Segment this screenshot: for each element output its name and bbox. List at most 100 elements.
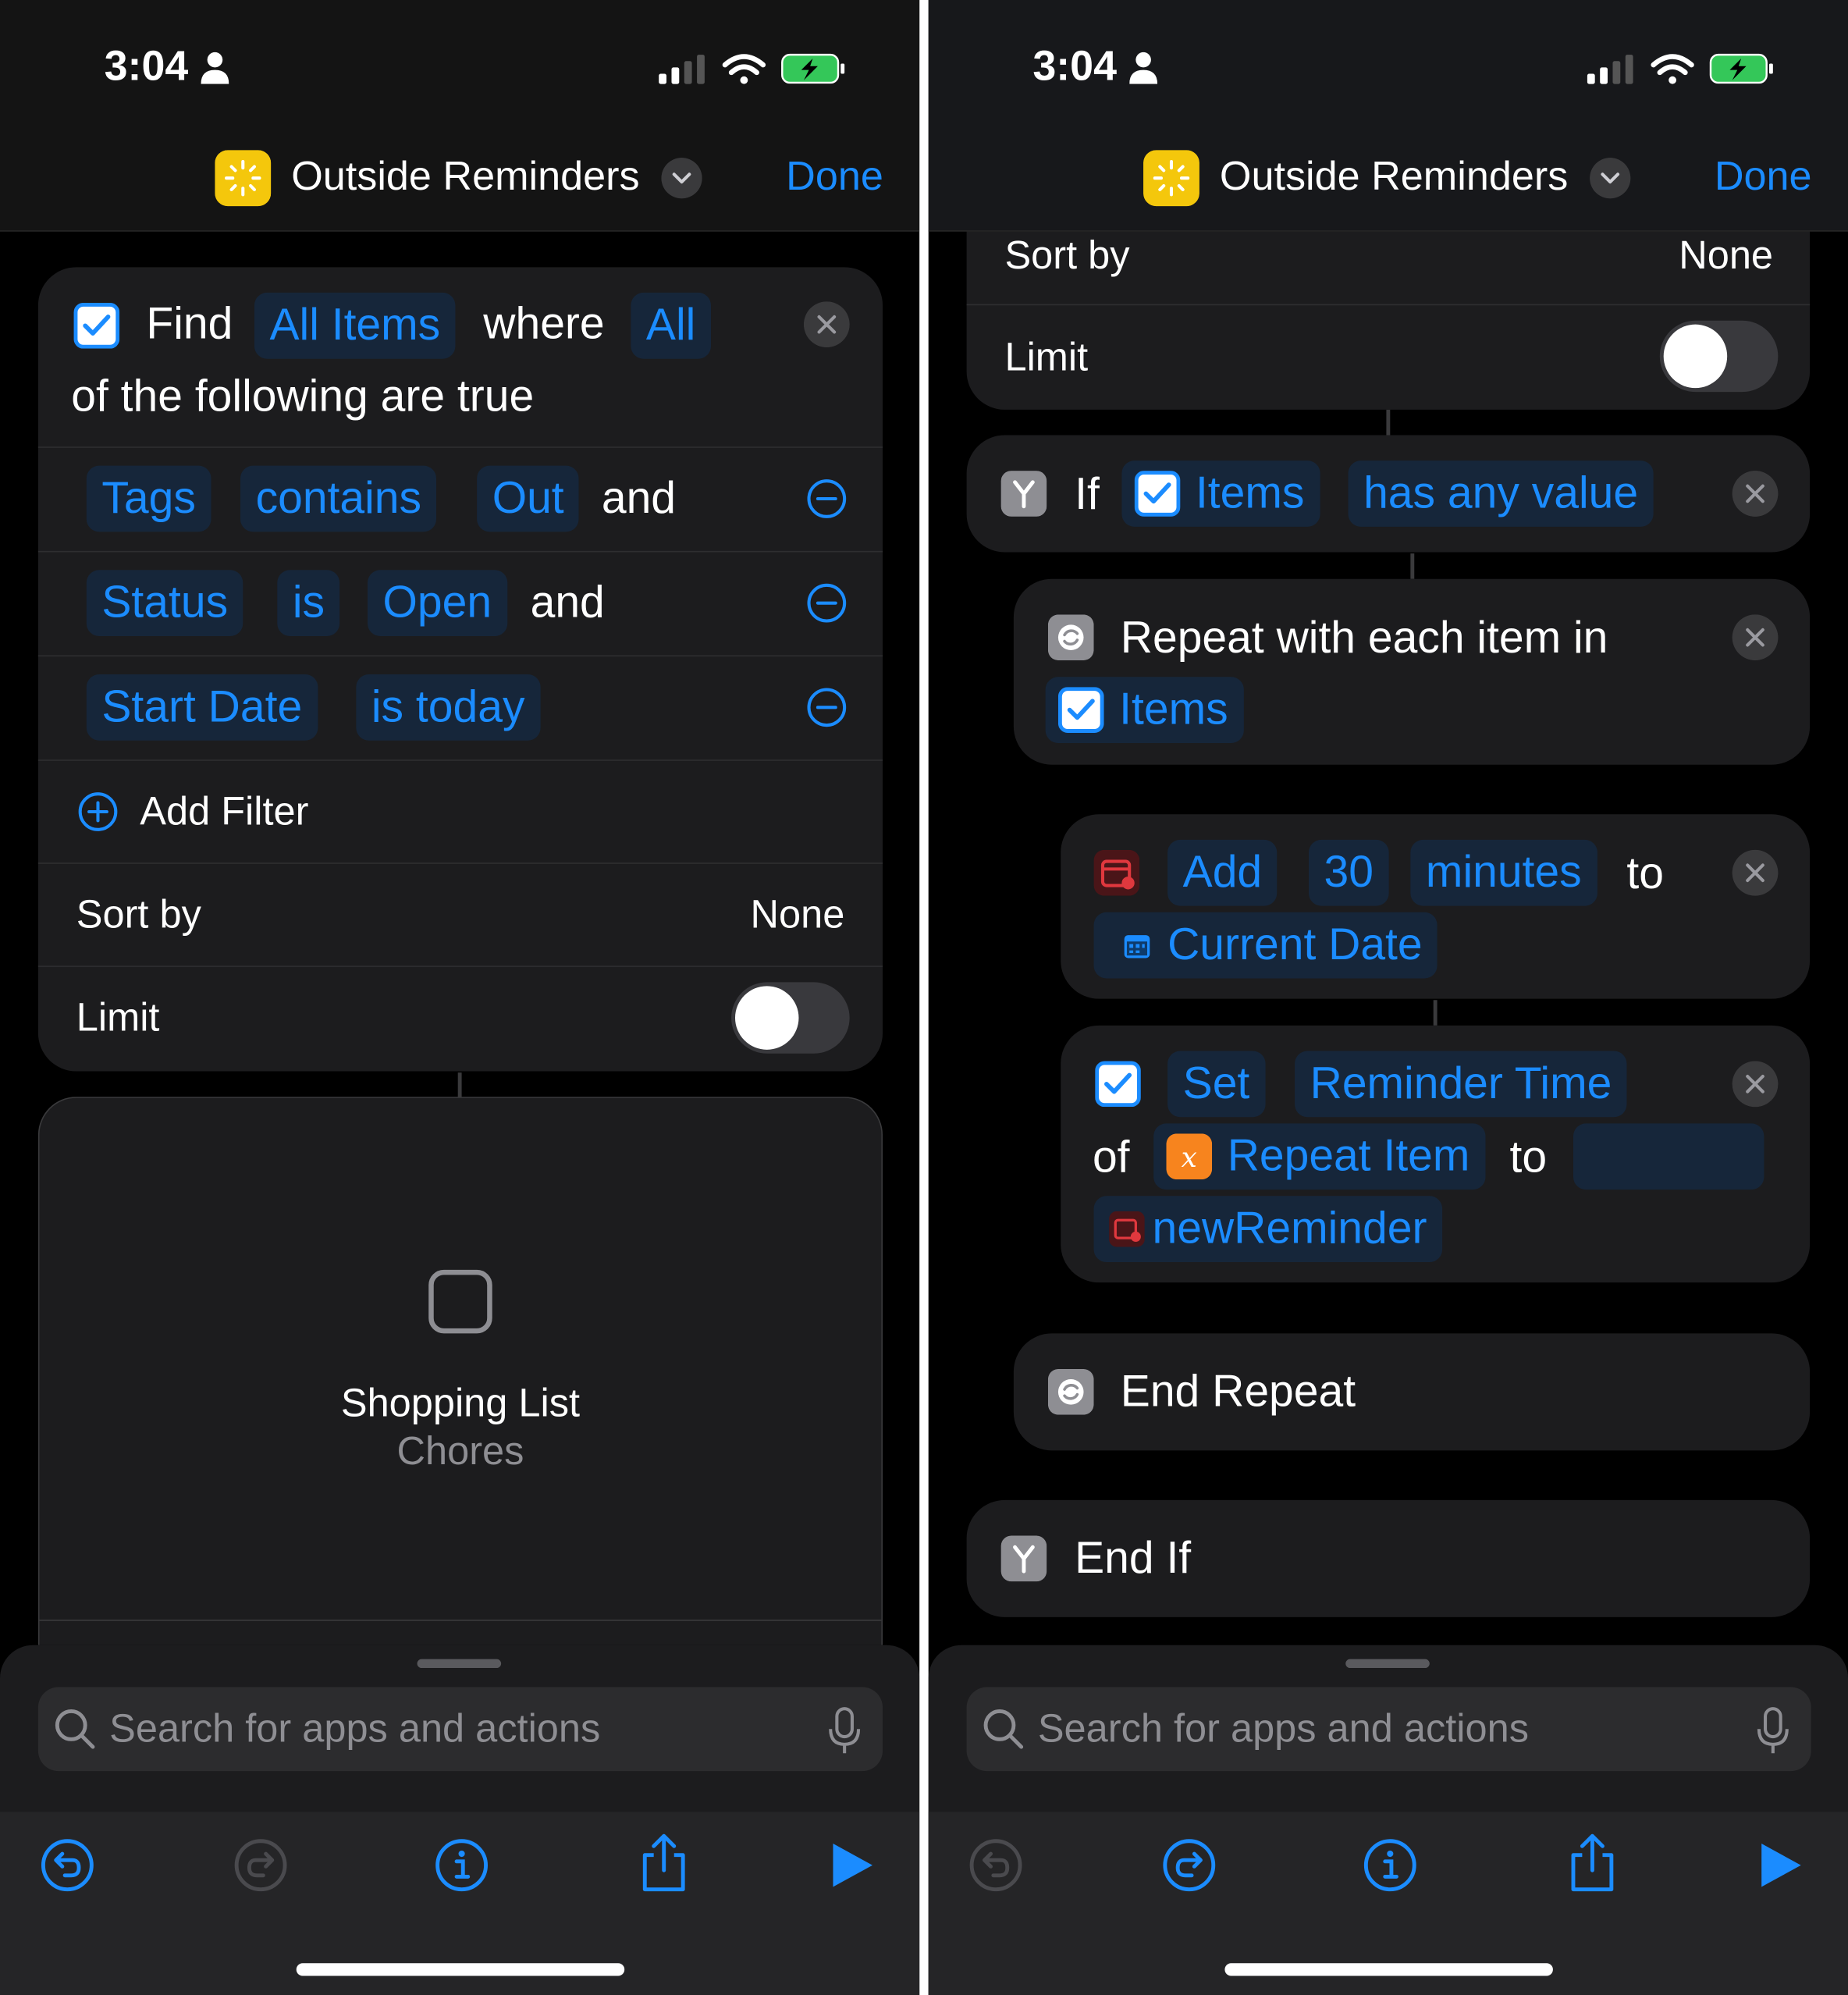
- search-bar[interactable]: Search for apps and actions: [966, 1687, 1811, 1772]
- redo-icon[interactable]: [233, 1837, 289, 1894]
- if-condition-token[interactable]: has any value: [1348, 461, 1654, 527]
- remove-filter-icon[interactable]: [806, 687, 847, 727]
- filter-value[interactable]: Open: [367, 570, 507, 637]
- repeat-label: Repeat with each item in: [1120, 613, 1608, 663]
- adjust-target-label: Current Date: [1167, 919, 1423, 970]
- if-branch-icon: [1000, 1535, 1047, 1582]
- status-icons: [1587, 53, 1773, 84]
- play-icon[interactable]: [1755, 1840, 1806, 1890]
- if-keyword: If: [1075, 469, 1100, 520]
- microphone-icon[interactable]: [1755, 1706, 1791, 1755]
- repeat-variable-token[interactable]: Items: [1045, 677, 1244, 743]
- play-icon[interactable]: [826, 1840, 877, 1890]
- limit-label: Limit: [76, 994, 160, 1040]
- close-icon[interactable]: [803, 301, 850, 348]
- limit-toggle[interactable]: [731, 982, 850, 1054]
- end-if-card: End If: [966, 1499, 1811, 1617]
- search-icon: [55, 1709, 95, 1749]
- close-icon[interactable]: [1732, 849, 1779, 896]
- adjust-target-token[interactable]: Current Date: [1093, 912, 1438, 979]
- add-filter-icon[interactable]: [77, 791, 118, 832]
- shortcut-title[interactable]: Outside Reminders: [1220, 153, 1568, 200]
- divider: [37, 655, 883, 657]
- limit-toggle[interactable]: [1659, 320, 1779, 393]
- add-filter-button[interactable]: Add Filter: [140, 789, 308, 835]
- filter-field[interactable]: Start Date: [86, 674, 318, 741]
- search-bar[interactable]: Search for apps and actions: [37, 1687, 883, 1772]
- match-token[interactable]: All: [631, 292, 711, 359]
- close-icon[interactable]: [1732, 1061, 1779, 1108]
- done-button[interactable]: Done: [1715, 153, 1812, 200]
- share-icon[interactable]: [636, 1832, 692, 1893]
- search-input[interactable]: Search for apps and actions: [1038, 1706, 1529, 1752]
- of-label: of: [1092, 1132, 1130, 1182]
- sort-by-label: Sort by: [1004, 233, 1130, 278]
- redo-icon[interactable]: [1161, 1837, 1217, 1894]
- remove-filter-icon[interactable]: [806, 478, 847, 519]
- chevron-down-icon[interactable]: [1590, 158, 1631, 199]
- adjust-unit-token[interactable]: minutes: [1410, 839, 1597, 906]
- undo-icon[interactable]: [968, 1837, 1024, 1894]
- left-screen: 3:04 Outside Reminders Done Find All Ite…: [0, 0, 920, 1995]
- calendar-icon: [1109, 1211, 1145, 1247]
- screen-divider: [919, 0, 929, 1995]
- repeat-icon: [1047, 614, 1094, 661]
- results-preview-card: Shopping List Chores: [37, 1097, 883, 1645]
- reminders-checkbox-icon: [73, 302, 120, 349]
- info-icon[interactable]: [434, 1837, 490, 1894]
- close-icon[interactable]: [1732, 471, 1779, 517]
- toggle-knob: [1663, 324, 1728, 389]
- divider: [37, 550, 883, 553]
- nav-header: 3:04 Outside Reminders Done: [928, 0, 1848, 232]
- done-button[interactable]: Done: [786, 153, 883, 200]
- close-icon[interactable]: [1732, 614, 1779, 661]
- search-icon: [983, 1709, 1024, 1749]
- filter-field[interactable]: Tags: [86, 465, 211, 532]
- source-token[interactable]: All Items: [254, 292, 456, 359]
- filter-value[interactable]: Out: [477, 465, 580, 532]
- repeat-variable-label: Items: [1119, 684, 1228, 734]
- set-value-continued-token[interactable]: newReminder: [1093, 1196, 1443, 1263]
- filter-operator[interactable]: is: [277, 570, 340, 637]
- to-label: to: [1626, 848, 1665, 898]
- set-item-label: Repeat Item: [1227, 1131, 1470, 1181]
- set-action-token[interactable]: Set: [1167, 1051, 1265, 1118]
- set-value-token[interactable]: [1573, 1123, 1764, 1190]
- search-input[interactable]: Search for apps and actions: [109, 1706, 600, 1752]
- svg-text:x: x: [1182, 1142, 1197, 1174]
- right-screen: Sort by None Limit 3:04 Outside Reminder…: [928, 0, 1848, 1995]
- wifi-icon: [722, 54, 766, 84]
- undo-icon[interactable]: [40, 1837, 96, 1894]
- microphone-icon[interactable]: [826, 1706, 862, 1755]
- set-item-token[interactable]: x Repeat Item: [1153, 1123, 1485, 1190]
- filter-operator[interactable]: contains: [240, 465, 437, 532]
- battery-charging-icon: [1709, 53, 1773, 84]
- date-icon: [1124, 935, 1150, 958]
- sheet-grabber[interactable]: [1345, 1659, 1430, 1669]
- reminders-checkbox-icon: [1095, 1061, 1141, 1108]
- filter-operator[interactable]: is today: [356, 674, 541, 741]
- sort-by-value[interactable]: None: [751, 892, 845, 938]
- where-label: where: [483, 299, 605, 349]
- filter-field[interactable]: Status: [86, 570, 243, 637]
- set-property-token[interactable]: Reminder Time: [1295, 1051, 1627, 1118]
- adjust-amount-token[interactable]: 30: [1308, 839, 1389, 906]
- filter-join: and: [601, 473, 677, 523]
- info-icon[interactable]: [1362, 1837, 1418, 1894]
- home-indicator: [1224, 1963, 1553, 1976]
- chevron-down-icon[interactable]: [661, 158, 702, 199]
- home-indicator: [296, 1963, 625, 1976]
- find-continuation: of the following are true: [71, 371, 535, 421]
- sheet-grabber[interactable]: [417, 1659, 502, 1669]
- shortcut-title[interactable]: Outside Reminders: [291, 153, 639, 200]
- divider: [966, 304, 1811, 306]
- sort-by-value[interactable]: None: [1679, 233, 1773, 279]
- if-variable-token[interactable]: Items: [1121, 461, 1320, 527]
- share-icon[interactable]: [1565, 1832, 1621, 1893]
- if-variable-label: Items: [1195, 468, 1305, 518]
- app-sun-icon: [1143, 150, 1199, 207]
- adjust-operation-token[interactable]: Add: [1167, 839, 1278, 906]
- remove-filter-icon[interactable]: [806, 583, 847, 624]
- find-label: Find: [146, 299, 233, 349]
- if-action-card: If Items has any value: [966, 435, 1811, 553]
